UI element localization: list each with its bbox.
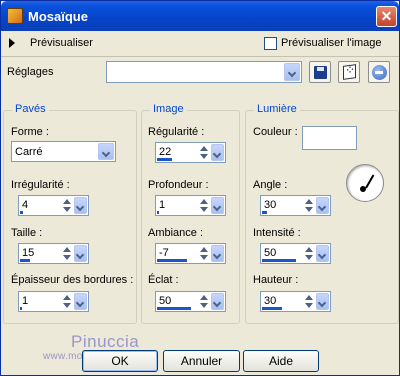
height-level-bar bbox=[262, 307, 282, 310]
ambiance-field[interactable]: -7 bbox=[155, 243, 226, 264]
intensity-value[interactable]: 50 bbox=[264, 247, 276, 259]
title-bar[interactable]: Mosaïque ✕ bbox=[1, 1, 399, 31]
chevron-down-icon[interactable] bbox=[74, 293, 87, 310]
chevron-down-icon[interactable] bbox=[98, 143, 114, 160]
ok-button[interactable]: OK bbox=[82, 350, 158, 372]
color-label: Couleur : bbox=[253, 126, 298, 138]
preview-label[interactable]: Prévisualiser bbox=[30, 37, 93, 49]
help-button[interactable]: Aide bbox=[243, 350, 319, 372]
chevron-down-icon[interactable] bbox=[211, 293, 224, 310]
irregularity-label: Irrégularité : bbox=[11, 179, 70, 191]
flash-level-bar bbox=[157, 307, 191, 310]
depth-label: Profondeur : bbox=[148, 179, 209, 191]
group-image: Image Régularité : 22 Profondeur : 1 Amb… bbox=[141, 103, 240, 324]
spin-arrows-icon[interactable] bbox=[200, 144, 210, 161]
flash-label: Éclat : bbox=[148, 274, 179, 286]
triangle-right-icon[interactable] bbox=[9, 38, 15, 48]
irregularity-level-bar bbox=[20, 211, 23, 214]
spin-arrows-icon[interactable] bbox=[200, 245, 210, 262]
ambiance-value[interactable]: -7 bbox=[159, 247, 169, 259]
irregularity-value[interactable]: 4 bbox=[22, 199, 28, 211]
regularity-label: Régularité : bbox=[148, 126, 205, 138]
chevron-down-icon[interactable] bbox=[211, 245, 224, 262]
window-title: Mosaïque bbox=[28, 9, 88, 24]
ambiance-label: Ambiance : bbox=[148, 227, 204, 239]
border-thickness-label: Épaisseur des bordures : bbox=[11, 274, 134, 286]
spin-arrows-icon[interactable] bbox=[305, 245, 315, 262]
group-light: Lumière Couleur : Angle : 30 Intensité :… bbox=[245, 103, 399, 324]
ambiance-level-bar bbox=[157, 259, 187, 262]
reset-button[interactable] bbox=[368, 61, 390, 83]
chevron-down-icon[interactable] bbox=[316, 293, 329, 310]
spin-arrows-icon[interactable] bbox=[63, 245, 73, 262]
shape-label: Forme : bbox=[11, 126, 49, 138]
save-preset-button[interactable] bbox=[309, 61, 331, 83]
regularity-value[interactable]: 22 bbox=[159, 146, 171, 158]
size-field[interactable]: 15 bbox=[18, 243, 89, 264]
spin-arrows-icon[interactable] bbox=[305, 293, 315, 310]
angle-value[interactable]: 30 bbox=[264, 199, 276, 211]
chevron-down-icon[interactable] bbox=[211, 144, 224, 161]
dial-needle bbox=[365, 174, 375, 189]
chevron-down-icon[interactable] bbox=[316, 197, 329, 214]
preview-row: Prévisualiser Prévisualiser l'image bbox=[1, 31, 399, 57]
size-label: Taille : bbox=[11, 227, 43, 239]
shape-value: Carré bbox=[15, 146, 43, 158]
spin-arrows-icon[interactable] bbox=[305, 197, 315, 214]
regularity-level-bar bbox=[157, 158, 172, 161]
size-value[interactable]: 15 bbox=[22, 247, 34, 259]
group-tiles: Pavés Forme : Carré Irrégularité : 4 Tai… bbox=[3, 103, 137, 324]
shape-select[interactable]: Carré bbox=[11, 141, 116, 162]
close-button[interactable]: ✕ bbox=[376, 6, 397, 27]
chevron-down-icon[interactable] bbox=[74, 245, 87, 262]
chevron-down-icon[interactable] bbox=[211, 197, 224, 214]
flash-value[interactable]: 50 bbox=[159, 295, 171, 307]
spin-arrows-icon[interactable] bbox=[63, 293, 73, 310]
depth-level-bar bbox=[157, 211, 159, 214]
reset-icon bbox=[372, 65, 387, 80]
height-field[interactable]: 30 bbox=[260, 291, 331, 312]
presets-combo[interactable] bbox=[106, 61, 302, 83]
group-image-title: Image bbox=[150, 103, 187, 115]
irregularity-field[interactable]: 4 bbox=[18, 195, 89, 216]
group-tiles-title: Pavés bbox=[12, 103, 49, 115]
preview-image-label[interactable]: Prévisualiser l'image bbox=[281, 37, 382, 49]
intensity-level-bar bbox=[262, 259, 296, 262]
border-thickness-field[interactable]: 1 bbox=[18, 291, 89, 312]
border-thickness-level-bar bbox=[20, 307, 22, 310]
angle-dial-icon[interactable] bbox=[346, 164, 384, 202]
group-light-title: Lumière bbox=[254, 103, 300, 115]
size-level-bar bbox=[20, 259, 30, 262]
angle-level-bar bbox=[262, 211, 267, 214]
dice-random-icon bbox=[343, 64, 356, 80]
app-icon bbox=[7, 8, 23, 24]
dial-hub bbox=[360, 186, 366, 192]
floppy-save-icon bbox=[314, 66, 327, 79]
depth-value[interactable]: 1 bbox=[159, 199, 165, 211]
random-button[interactable] bbox=[338, 61, 360, 83]
watermark-name: Pinuccia bbox=[71, 332, 140, 351]
spin-arrows-icon[interactable] bbox=[63, 197, 73, 214]
regularity-field[interactable]: 22 bbox=[155, 142, 226, 163]
spin-arrows-icon[interactable] bbox=[200, 293, 210, 310]
angle-field[interactable]: 30 bbox=[260, 195, 331, 216]
dialog-window: Mosaïque ✕ Prévisualiser Prévisualiser l… bbox=[0, 0, 400, 376]
spin-arrows-icon[interactable] bbox=[200, 197, 210, 214]
light-color-swatch[interactable] bbox=[302, 126, 357, 150]
preview-image-checkbox[interactable] bbox=[264, 37, 277, 50]
cancel-button[interactable]: Annuler bbox=[163, 350, 240, 372]
border-thickness-value[interactable]: 1 bbox=[22, 295, 28, 307]
presets-label: Réglages bbox=[7, 66, 54, 78]
chevron-down-icon[interactable] bbox=[284, 63, 300, 81]
height-value[interactable]: 30 bbox=[264, 295, 276, 307]
intensity-field[interactable]: 50 bbox=[260, 243, 331, 264]
intensity-label: Intensité : bbox=[253, 227, 301, 239]
close-icon: ✕ bbox=[380, 8, 393, 24]
angle-label: Angle : bbox=[253, 179, 288, 191]
chevron-down-icon[interactable] bbox=[74, 197, 87, 214]
height-label: Hauteur : bbox=[253, 274, 299, 286]
flash-field[interactable]: 50 bbox=[155, 291, 226, 312]
chevron-down-icon[interactable] bbox=[316, 245, 329, 262]
depth-field[interactable]: 1 bbox=[155, 195, 226, 216]
